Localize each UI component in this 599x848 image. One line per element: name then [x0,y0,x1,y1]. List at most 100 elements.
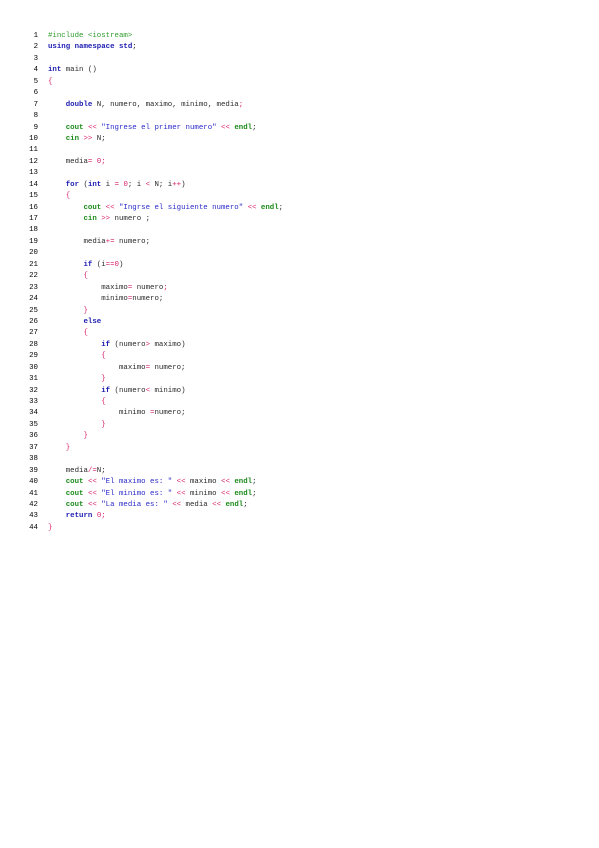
line-source: cout << "Ingrese el primer numero" << en… [48,123,257,134]
code-token: << [87,489,97,498]
line-number: 28 [29,340,38,349]
code-token: { [83,272,88,281]
code-token: if [101,340,111,349]
code-token: media [48,237,106,246]
code-line: 31 } [28,374,283,385]
code-token: media [48,157,88,166]
line-source: cin >> numero ; [48,214,150,225]
line-number: 34 [29,409,38,418]
code-token: cout [83,203,102,212]
code-token: maximo [48,283,128,292]
line-number: 26 [29,317,38,326]
line-source: if (numero> maximo) [48,340,185,351]
code-line: 12 media= 0; [28,157,283,168]
code-token: << [105,203,115,212]
line-number: 33 [29,398,38,406]
code-token: maximo [185,478,222,487]
code-line: 17 cin >> numero ; [28,214,283,225]
code-token: #include <iostream> [48,32,133,40]
line-source: media= 0; [48,157,106,168]
code-token: int [87,180,102,189]
code-token: (numero [110,386,146,395]
code-line: 36 } [28,431,283,442]
code-token: endl [234,489,253,498]
code-token: { [83,329,88,338]
line-number: 19 [29,237,38,246]
code-token: << [176,489,186,498]
code-line: 35 } [28,420,283,431]
code-token: 0; [96,512,106,521]
code-line: 6 [28,88,283,99]
code-token: } [83,432,88,441]
line-source: { [48,191,70,202]
code-token: endl [260,203,279,212]
code-token: main () [61,66,97,75]
code-token: { [48,77,53,86]
code-token: { [101,398,106,406]
line-number: 40 [29,478,38,487]
line-source: } [48,443,70,454]
code-token: "Ingrse el siguiente numero" [118,203,244,212]
line-source: } [48,374,105,385]
code-token: minimo [185,489,222,498]
line-number: 12 [29,157,38,166]
code-token: media [48,466,88,475]
code-token: numero; [132,295,164,304]
code-token: ; [252,489,257,498]
line-number: 24 [29,295,38,304]
code-token: cout [65,123,84,132]
code-token: i [101,180,115,189]
line-number: 10 [29,134,38,143]
code-token: "Ingrese el primer numero" [101,123,217,132]
code-token: "La media es: " [101,500,168,509]
line-number: 15 [29,192,38,201]
code-token: << [87,478,97,487]
code-token: numero ; [110,215,151,223]
line-number: 38 [29,455,38,464]
code-line: 21 if (i==0) [28,260,283,271]
line-number: 1 [33,32,38,40]
code-line: 27 { [28,328,283,339]
line-source: } [48,420,105,431]
line-source: } [48,431,88,442]
line-number: 5 [33,77,38,86]
line-source: cout << "El maximo es: " << maximo << en… [48,477,257,488]
code-line: 7 double N, numero, maximo, minimo, medi… [28,100,283,111]
code-token: "El maximo es: " [101,478,173,487]
code-token: endl [225,500,244,509]
code-token: cin [83,215,97,223]
code-token: if [101,386,111,395]
code-token: ; [238,100,244,109]
code-token: else [83,317,102,326]
code-token: 0; [96,157,106,166]
code-token: ; [243,500,248,509]
code-line: 28 if (numero> maximo) [28,340,283,351]
line-number: 2 [33,43,38,52]
code-token: { [101,352,106,361]
code-token: } [83,306,88,315]
code-token: double [65,100,93,109]
code-line: 9 cout << "Ingrese el primer numero" << … [28,123,283,134]
code-token: minimo) [150,386,186,395]
code-token: int [48,66,62,75]
line-source: media+= numero; [48,237,150,248]
code-token: << [172,500,182,509]
code-token: ( [79,180,88,189]
code-line: 13 [28,168,283,179]
code-line: 4 int main () [28,65,283,76]
code-token: { [65,192,71,201]
line-source: media/=N; [48,466,106,477]
line-number: 21 [29,260,38,269]
code-token: numero [132,283,164,292]
code-token: << [221,123,230,132]
